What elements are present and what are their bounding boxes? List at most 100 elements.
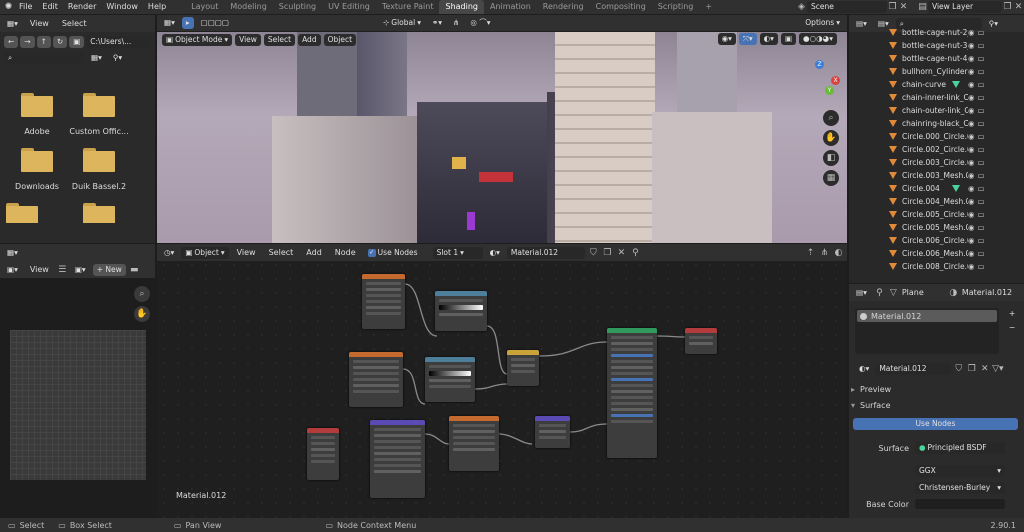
outliner-row[interactable]: Circle.008_Circle.0 ◉▭ (889, 260, 1024, 273)
row-icons[interactable]: ◉▭ (968, 262, 988, 271)
distribution-dropdown[interactable]: GGX ▾ (915, 465, 1005, 477)
outliner-row[interactable]: chainring-black_Ci ◉▭ (889, 117, 1024, 130)
editor-type-icon[interactable]: ▤▾ (852, 287, 871, 299)
row-icons[interactable]: ◉▭ (968, 171, 988, 180)
outliner-row[interactable]: bottle-cage-nut-2_ ◉▭ (889, 26, 1024, 39)
folder-item[interactable]: Custom Offic... (68, 93, 130, 136)
row-icons[interactable]: ◉▭ (968, 223, 988, 232)
open-image-icon[interactable]: ▬ (129, 264, 140, 275)
new-image-button[interactable]: + New (92, 263, 126, 276)
proportional-edit-icon[interactable]: ◎ ⌒▾ (466, 17, 494, 29)
new-view-layer-icon[interactable]: ❐ (1002, 2, 1013, 13)
fake-user-icon[interactable]: ⛉ (953, 364, 964, 375)
folder-item[interactable] (68, 203, 130, 223)
row-icons[interactable]: ◉▭ (968, 197, 988, 206)
outliner-row[interactable]: chain-curve ◉▭ (889, 78, 1024, 91)
row-icons[interactable]: ◉▭ (968, 249, 988, 258)
forward-arrow-icon[interactable]: → (20, 36, 35, 48)
node-color-ramp-mid[interactable] (425, 357, 475, 402)
select-mode-icons[interactable]: ▢▢▢▢ (197, 17, 233, 29)
tab-compositing[interactable]: Compositing (590, 0, 652, 14)
tab-uv-editing[interactable]: UV Editing (322, 0, 376, 14)
remove-slot-button[interactable]: − (1005, 322, 1019, 334)
viewport-render[interactable] (157, 32, 847, 243)
scene-selector[interactable]: Scene (807, 1, 887, 13)
outliner-row[interactable]: bottle-cage-nut-3_ ◉▭ (889, 39, 1024, 52)
row-icons[interactable]: ◉▭ (968, 41, 988, 50)
viewport-menu-select[interactable]: Select (263, 34, 296, 46)
outliner-row[interactable]: Circle.003_Circle.0 ◉▭ (889, 156, 1024, 169)
outliner-row[interactable]: Circle.006_Circle.0 ◉▭ (889, 234, 1024, 247)
row-icons[interactable]: ◉▭ (968, 132, 988, 141)
base-color-swatch[interactable] (915, 499, 1005, 509)
parent-dir-icon[interactable]: ↑ (36, 36, 51, 48)
view-layer-selector[interactable]: View Layer (928, 1, 1002, 13)
subsurface-method-dropdown[interactable]: Christensen-Burley ▾ (915, 482, 1005, 494)
pin-icon[interactable]: ⚲ (874, 287, 885, 298)
snap-icon[interactable]: ⋔ (449, 17, 463, 29)
tab-modeling[interactable]: Modeling (224, 0, 272, 14)
node-normal-map[interactable] (535, 416, 570, 448)
node-mix-rgb[interactable] (507, 350, 539, 386)
unlink-material-icon[interactable]: ✕ (979, 364, 990, 375)
display-mode-icon[interactable]: ▤▾ (874, 18, 893, 30)
surface-shader-field[interactable]: ● Principled BSDF (915, 442, 1005, 454)
editor-type-icon[interactable]: ▦▾ (3, 18, 22, 30)
image-mode-icon[interactable]: ▣▾ (3, 264, 22, 276)
viewport-menu-object[interactable]: Object (323, 34, 357, 46)
tab-sculpting[interactable]: Sculpting (273, 0, 322, 14)
viewport-menu-view[interactable]: View (235, 34, 261, 46)
preview-section-header[interactable]: ▸ Preview (851, 381, 1021, 397)
outliner-row[interactable]: chain-inner-link_Ci ◉▭ (889, 91, 1024, 104)
menu-render[interactable]: Render (63, 0, 101, 14)
camera-icon[interactable]: ◧ (823, 150, 839, 166)
outliner-row[interactable]: Circle.004 ◉▭ (889, 182, 1024, 195)
material-browse-icon[interactable]: ◐▾ (855, 363, 873, 375)
view-layer-icon[interactable]: ▤ (917, 2, 928, 13)
row-icons[interactable]: ◉▭ (968, 184, 988, 193)
folder-item[interactable]: Downloads (6, 148, 68, 191)
outliner-row[interactable]: bullhorn_Cylinder ◉▭ (889, 65, 1024, 78)
link-mode-icon[interactable]: ▽▾ (992, 364, 1003, 375)
select-tool-icon[interactable]: ▸ (181, 17, 194, 29)
overlay-icon[interactable]: ◐▾ (759, 33, 778, 45)
options-dropdown[interactable]: Options ▾ (801, 17, 844, 29)
node-texture-coordinate[interactable] (307, 428, 339, 480)
row-icons[interactable]: ◉▭ (968, 158, 988, 167)
shading-mode-icons[interactable]: ●○◑◕▾ (799, 33, 837, 45)
outliner-row[interactable]: bottle-cage-nut-4_ ◉▭ (889, 52, 1024, 65)
zoom-icon[interactable]: ⌕ (134, 286, 150, 302)
folder-item[interactable]: Duik Bassel.2 (68, 148, 130, 191)
row-icons[interactable]: ◉▭ (968, 67, 988, 76)
row-icons[interactable]: ◉▭ (968, 145, 988, 154)
visibility-icon[interactable]: ◉▾ (717, 33, 736, 45)
tab-rendering[interactable]: Rendering (537, 0, 590, 14)
menu-file[interactable]: File (14, 0, 37, 14)
tab-scripting[interactable]: Scripting (652, 0, 700, 14)
filter-icon[interactable]: ⚲▾ (109, 52, 126, 64)
editor-type-icon[interactable]: ▤▾ (852, 18, 871, 30)
navigation-gizmo[interactable]: Z X Y (797, 60, 841, 104)
scene-icon[interactable]: ◈ (796, 2, 807, 13)
file-menu-select[interactable]: Select (57, 17, 92, 31)
outliner-row[interactable]: Circle.005_Mesh.0 ◉▭ (889, 221, 1024, 234)
row-icons[interactable]: ◉▭ (968, 119, 988, 128)
editor-type-icon[interactable]: ▦▾ (3, 247, 22, 259)
image-menu-view[interactable]: View (25, 263, 54, 277)
node-image-texture-mid[interactable] (349, 352, 403, 407)
node-image-texture-top[interactable] (362, 274, 405, 329)
surface-section-header[interactable]: ▾ Surface (851, 397, 1021, 413)
material-slot-list[interactable]: Material.012 (855, 308, 999, 354)
row-icons[interactable]: ◉▭ (968, 210, 988, 219)
tab-layout[interactable]: Layout (185, 0, 224, 14)
duplicate-material-icon[interactable]: ❐ (966, 364, 977, 375)
use-nodes-button[interactable]: Use Nodes (853, 418, 1018, 430)
row-icons[interactable]: ◉▭ (968, 80, 988, 89)
add-slot-button[interactable]: + (1005, 308, 1019, 320)
folder-item[interactable]: Adobe (6, 93, 68, 136)
outliner-row[interactable]: Circle.004_Mesh.0 ◉▭ (889, 195, 1024, 208)
outliner-row[interactable]: Circle.002_Circle.0 ◉▭ (889, 143, 1024, 156)
tab-animation[interactable]: Animation (484, 0, 537, 14)
outliner-row[interactable]: chain-outer-link_Ci ◉▭ (889, 104, 1024, 117)
row-icons[interactable]: ◉▭ (968, 106, 988, 115)
